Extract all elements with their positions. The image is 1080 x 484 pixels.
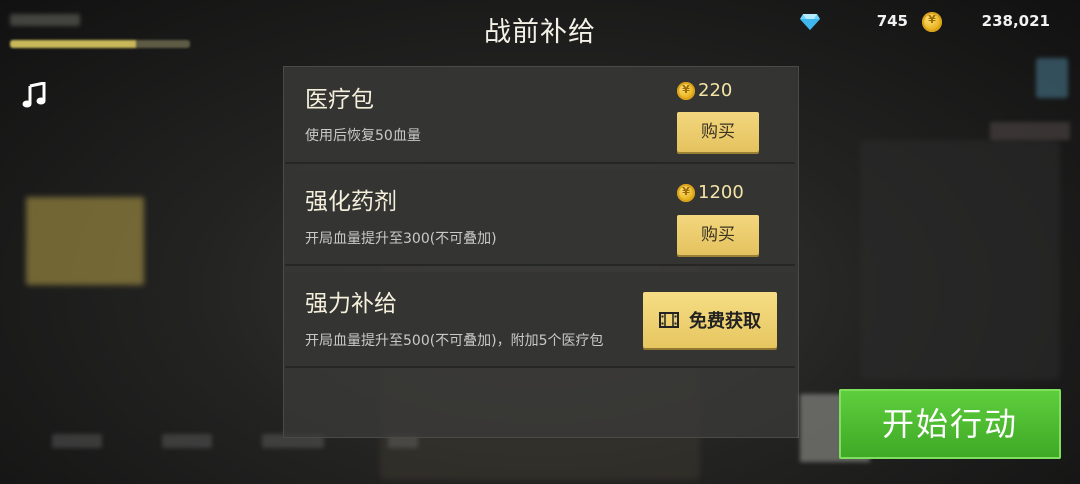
blurred-side-card: [26, 197, 144, 285]
item-desc: 使用后恢复50血量: [305, 128, 421, 144]
item-desc: 开局血量提升至500(不可叠加)，附加5个医疗包: [305, 333, 604, 349]
free-claim-button[interactable]: 免费获取: [643, 292, 777, 348]
supply-item-medkit: 医疗包 使用后恢复50血量 220 购买: [285, 68, 795, 164]
start-action-button[interactable]: 开始行动: [839, 389, 1061, 459]
coin-count: 238,021: [981, 12, 1050, 30]
blurred-right-icon: [1036, 58, 1068, 98]
music-note-icon[interactable]: [22, 82, 48, 110]
coin-icon: [677, 81, 695, 100]
item-price: 1200: [677, 182, 744, 203]
supply-item-potion: 强化药剂 开局血量提升至300(不可叠加) 1200 购买: [285, 170, 795, 266]
free-claim-label: 免费获取: [689, 311, 761, 332]
item-price: 220: [677, 80, 732, 101]
price-value: 1200: [698, 182, 744, 203]
diamond-icon: [800, 14, 820, 30]
coin-icon: [677, 183, 695, 202]
item-name: 强力补给: [305, 291, 397, 317]
price-value: 220: [698, 80, 733, 101]
supply-item-power: 强力补给 开局血量提升至500(不可叠加)，附加5个医疗包 免费获取: [285, 272, 795, 368]
page-title: 战前补给: [484, 17, 596, 48]
buy-button[interactable]: 购买: [677, 112, 759, 152]
item-name: 强化药剂: [305, 189, 397, 215]
coin-icon: [922, 12, 942, 32]
top-bar: 战前补给 745 238,021: [0, 0, 1080, 48]
item-desc: 开局血量提升至300(不可叠加): [305, 231, 497, 247]
buy-button[interactable]: 购买: [677, 215, 759, 255]
item-name: 医疗包: [305, 87, 374, 113]
blurred-right-badge: [990, 122, 1070, 140]
gem-count: 745: [876, 12, 908, 30]
film-icon: [659, 312, 679, 328]
